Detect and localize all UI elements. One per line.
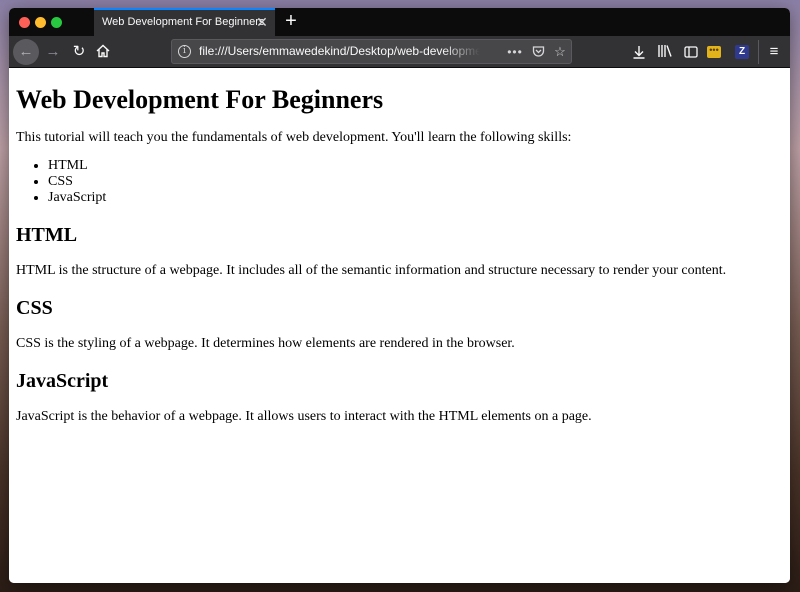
- tab-active[interactable]: Web Development For Beginners ✕: [94, 8, 275, 36]
- home-icon[interactable]: [91, 40, 115, 64]
- more-icon[interactable]: •••: [505, 42, 525, 62]
- skills-list: HTML CSS JavaScript: [16, 158, 783, 206]
- window-maximize-button[interactable]: [51, 17, 62, 28]
- page-title: Web Development For Beginners: [16, 85, 384, 114]
- page-content: Web Development For Beginners This tutor…: [9, 68, 790, 583]
- section-heading-css: CSS: [16, 297, 53, 319]
- section-text-javascript: JavaScript is the behavior of a webpage.…: [16, 409, 592, 424]
- toolbar-separator: [758, 40, 759, 64]
- tab-bar: Web Development For Beginners ✕ +: [9, 8, 790, 36]
- list-item: CSS: [48, 174, 783, 190]
- list-item: HTML: [48, 158, 783, 174]
- window-minimize-button[interactable]: [35, 17, 46, 28]
- url-fade: [442, 42, 484, 61]
- url-input[interactable]: file:///Users/emmawedekind/Desktop/web-d…: [199, 44, 481, 58]
- star-icon[interactable]: ☆: [550, 42, 570, 62]
- info-icon[interactable]: i: [178, 45, 191, 58]
- tab-close-icon[interactable]: ✕: [254, 14, 270, 30]
- forward-arrow-icon[interactable]: →: [41, 40, 65, 64]
- section-text-css: CSS is the styling of a webpage. It dete…: [16, 336, 515, 351]
- window-close-button[interactable]: [19, 17, 30, 28]
- list-item: JavaScript: [48, 190, 783, 206]
- sidebar-icon[interactable]: [679, 40, 703, 64]
- browser-window: Web Development For Beginners ✕ + ← → ↻ …: [9, 8, 790, 583]
- tab-title: Web Development For Beginners: [102, 16, 265, 28]
- extension-icon[interactable]: •••: [707, 46, 721, 58]
- section-heading-html: HTML: [16, 224, 78, 246]
- zotero-icon[interactable]: Z: [735, 45, 749, 59]
- navigation-toolbar: ← → ↻ i file:///Users/emmawedekind/Deskt…: [9, 36, 790, 68]
- url-bar[interactable]: i file:///Users/emmawedekind/Desktop/web…: [171, 39, 572, 64]
- section-heading-javascript: JavaScript: [16, 370, 109, 392]
- back-arrow-icon[interactable]: ←: [13, 39, 39, 65]
- intro-paragraph: This tutorial will teach you the fundame…: [16, 130, 572, 145]
- pocket-icon[interactable]: [528, 42, 548, 62]
- library-icon[interactable]: [653, 40, 677, 64]
- hamburger-menu-icon[interactable]: ≡: [762, 40, 786, 64]
- download-icon[interactable]: [627, 40, 651, 64]
- section-text-html: HTML is the structure of a webpage. It i…: [16, 263, 727, 278]
- reload-icon[interactable]: ↻: [67, 40, 91, 64]
- new-tab-button[interactable]: +: [280, 10, 302, 32]
